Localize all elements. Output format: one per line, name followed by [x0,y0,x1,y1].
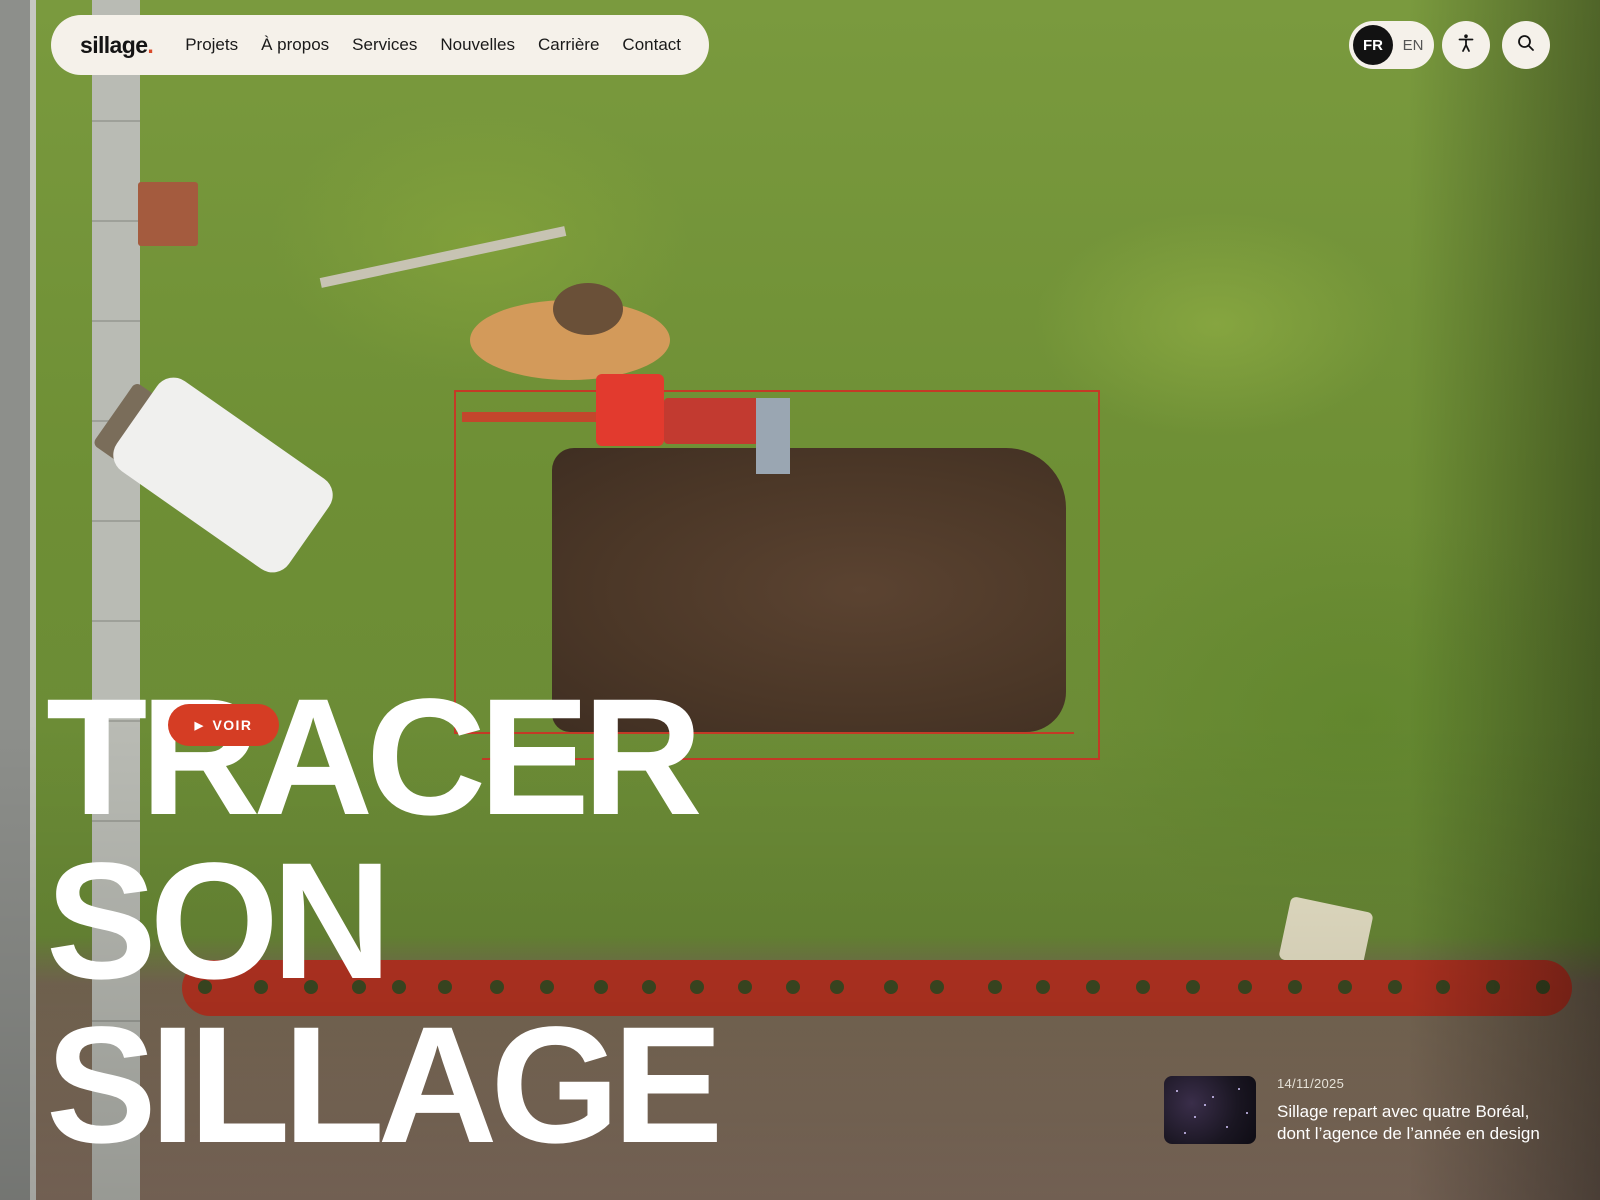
thumbnail-sparkle [1194,1116,1196,1118]
site-logo[interactable]: sillage. [80,31,154,59]
thumbnail-sparkle [1226,1126,1228,1128]
headline-line-3: SILLAGE [46,993,723,1178]
thumbnail-sparkle [1184,1132,1186,1134]
nav-link-carriere[interactable]: Carrière [538,35,599,55]
hero-headline: TRACER SON SILLAGE [46,665,723,1178]
logo-text: sillage [80,31,148,58]
accessibility-button[interactable] [1442,21,1490,69]
nav-link-projets[interactable]: Projets [185,35,238,55]
accessibility-icon [1456,33,1476,58]
thumbnail-sparkle [1238,1088,1240,1090]
news-thumbnail[interactable] [1164,1076,1256,1144]
lang-fr-button[interactable]: FR [1353,25,1393,65]
play-icon: ▶ [194,719,205,732]
thumbnail-sparkle [1176,1090,1178,1092]
thumbnail-sparkle [1212,1096,1214,1098]
thumbnail-sparkle [1246,1112,1248,1114]
search-icon [1516,33,1536,58]
play-video-button[interactable]: ▶ VOIR [168,704,279,746]
main-navigation: sillage. Projets À propos Services Nouve… [51,15,709,75]
logo-dot: . [147,31,154,58]
play-button-label: VOIR [212,717,253,733]
lang-en-button[interactable]: EN [1393,25,1433,65]
news-title-link[interactable]: Sillage repart avec quatre Boréal, dont … [1277,1101,1567,1145]
language-switcher: FR EN [1349,21,1434,69]
headline-line-2: SON [46,829,392,1014]
nav-link-services[interactable]: Services [352,35,417,55]
news-date: 14/11/2025 [1277,1076,1345,1091]
nav-link-a-propos[interactable]: À propos [261,35,329,55]
nav-link-nouvelles[interactable]: Nouvelles [440,35,515,55]
nav-link-contact[interactable]: Contact [622,35,681,55]
thumbnail-sparkle [1204,1104,1206,1106]
headline-line-1: TRACER [46,665,703,850]
search-button[interactable] [1502,21,1550,69]
